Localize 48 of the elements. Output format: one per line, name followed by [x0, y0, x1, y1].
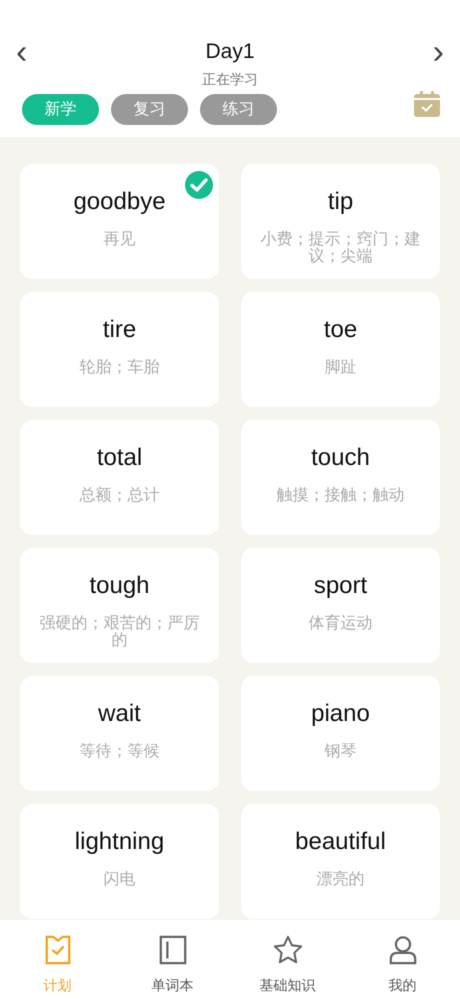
- word-card[interactable]: tough 强硬的；艰苦的；严厉的: [20, 548, 219, 663]
- word-text: lightning: [74, 828, 166, 856]
- word-text: goodbye: [72, 188, 167, 216]
- word-card[interactable]: total 总额；总计: [20, 420, 219, 535]
- meaning-text: 小费；提示；窍门；建议；尖端: [260, 230, 422, 264]
- meaning-text: 钢琴: [324, 742, 358, 759]
- tab-item[interactable]: 我的: [345, 920, 460, 999]
- meaning-text: 等待；等候: [78, 742, 160, 759]
- back-button[interactable]: ‹: [16, 36, 28, 68]
- word-card[interactable]: toe 脚趾: [241, 292, 440, 407]
- word-card[interactable]: lightning 闪电: [20, 804, 219, 919]
- meaning-text: 体育运动: [308, 614, 374, 631]
- word-text: tire: [102, 316, 138, 344]
- word-text: total: [96, 444, 144, 472]
- word-text: sport: [312, 572, 368, 600]
- word-card[interactable]: piano 钢琴: [241, 676, 440, 791]
- tab-item[interactable]: 单词本: [115, 920, 230, 999]
- word-card[interactable]: touch 触摸；接触；触动: [241, 420, 440, 535]
- calendar-check-icon[interactable]: [413, 90, 441, 118]
- word-card[interactable]: sport 体育运动: [241, 548, 440, 663]
- tab-item[interactable]: 基础知识: [230, 920, 345, 999]
- meaning-text: 脚趾: [324, 358, 358, 375]
- word-card[interactable]: goodbye 再见: [20, 164, 219, 279]
- meaning-text: 闪电: [102, 870, 136, 887]
- forward-button[interactable]: ›: [432, 36, 444, 68]
- meaning-text: 触摸；接触；触动: [276, 486, 406, 503]
- person-icon: [388, 934, 418, 966]
- meaning-text: 再见: [102, 230, 136, 247]
- word-text: touch: [310, 444, 371, 472]
- word-text: piano: [310, 700, 371, 728]
- status-text: 正在学习: [201, 71, 259, 89]
- day-title: Day1: [205, 40, 255, 64]
- meaning-text: 强硬的；艰苦的；严厉的: [38, 614, 200, 648]
- meaning-text: 总额；总计: [78, 486, 160, 503]
- meaning-text: 轮胎；车胎: [78, 358, 160, 375]
- word-text: tough: [88, 572, 151, 600]
- checklist-icon: [42, 934, 72, 966]
- word-card[interactable]: beautiful 漂亮的: [241, 804, 440, 919]
- word-text: toe: [322, 316, 358, 344]
- word-card[interactable]: tip 小费；提示；窍门；建议；尖端: [241, 164, 440, 279]
- star-icon: [272, 934, 302, 966]
- word-text: tip: [326, 188, 354, 216]
- word-card[interactable]: wait 等待；等候: [20, 676, 219, 791]
- word-text: beautiful: [294, 828, 387, 856]
- word-text: wait: [97, 700, 142, 728]
- book-icon: [158, 934, 188, 966]
- meaning-text: 漂亮的: [316, 870, 366, 887]
- word-card[interactable]: tire 轮胎；车胎: [20, 292, 219, 407]
